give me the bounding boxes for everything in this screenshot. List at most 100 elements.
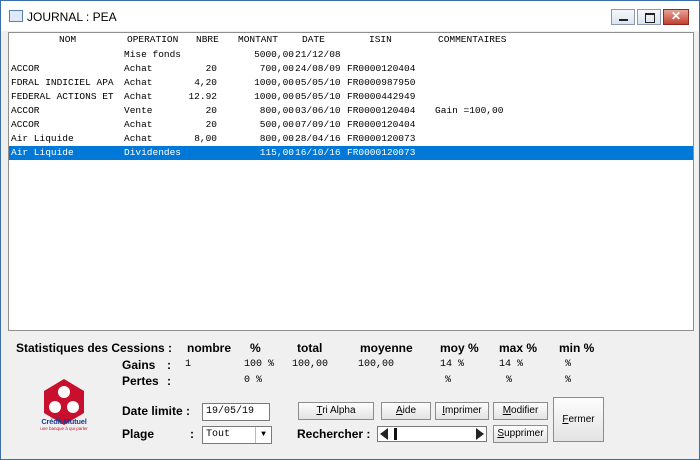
logo-name: Crédit Mutuel xyxy=(41,417,87,426)
gains-moyenne: 100,00 xyxy=(358,359,395,370)
window-icon xyxy=(9,10,23,22)
gains-max: 14 % xyxy=(499,359,524,370)
table-row[interactable]: FEDERAL ACTIONS ET Achat 12.92 1000,00 05/05… xyxy=(9,90,693,104)
cell-nom: ACCOR xyxy=(11,105,40,116)
cell-nbre: 12.92 xyxy=(188,91,217,102)
modifier-mnemonic: M xyxy=(502,405,512,416)
rechercher-label: Rechercher : xyxy=(297,427,371,441)
cell-date: 28/04/16 xyxy=(295,133,341,144)
journal-list[interactable]: NOM OPERATION NBRE MONTANT DATE ISIN COM… xyxy=(8,32,694,331)
list-rows: Mise fonds 5000,00 21/12/08 ACCOR Achat 20 70… xyxy=(9,48,693,160)
pertes-max: % xyxy=(506,375,513,386)
pertes-label: Pertes xyxy=(122,374,159,388)
table-row[interactable]: ACCOR Achat 20 500,00 07/09/10 FR0000120404 xyxy=(9,118,693,132)
gains-colon: : xyxy=(167,358,171,372)
plage-colon: : xyxy=(190,427,194,441)
table-row[interactable]: ACCOR Vente 20 800,00 03/06/10 FR0000120404 Ga… xyxy=(9,104,693,118)
tri-alpha-button[interactable]: Tri Alpha xyxy=(298,402,374,420)
maximize-button[interactable] xyxy=(637,9,661,25)
cell-operation: Achat xyxy=(124,133,153,144)
cell-operation: Dividendes xyxy=(124,147,182,158)
cell-date: 07/09/10 xyxy=(295,119,341,130)
title-bar[interactable]: JOURNAL : PEA ✕ xyxy=(1,1,699,31)
cell-date: 21/12/08 xyxy=(295,49,341,60)
table-row[interactable]: ACCOR Achat 20 700,00 24/08/09 FR0000120404 xyxy=(9,62,693,76)
plage-label: Plage xyxy=(122,427,155,441)
header-operation: OPERATION xyxy=(127,34,179,45)
scroll-thumb[interactable] xyxy=(394,428,397,440)
cell-isin: FR0000120404 xyxy=(347,63,416,74)
aide-button[interactable]: Aide xyxy=(381,402,431,420)
cell-date: 16/10/16 xyxy=(295,147,341,158)
fermer-button[interactable]: Fermer xyxy=(553,397,604,442)
cell-montant: 500,00 xyxy=(259,119,294,130)
cell-montant: 700,00 xyxy=(259,63,294,74)
supprimer-button[interactable]: Supprimer xyxy=(493,425,548,443)
tri-alpha-label: ri Alpha xyxy=(322,405,356,416)
header-nbre: NBRE xyxy=(196,34,219,45)
gains-label: Gains xyxy=(122,358,156,372)
stats-header-moy: moy % xyxy=(440,341,479,355)
cell-operation: Achat xyxy=(124,63,153,74)
window-title: JOURNAL : PEA xyxy=(27,10,117,24)
supprimer-label: upprimer xyxy=(504,428,544,439)
stats-header-nombre: nombre xyxy=(187,341,232,355)
cell-nbre: 8,00 xyxy=(194,133,217,144)
search-scrollbar[interactable] xyxy=(377,426,487,442)
cell-nom: ACCOR xyxy=(11,119,40,130)
pertes-moy: % xyxy=(445,375,452,386)
cell-nom: FEDERAL ACTIONS ET xyxy=(11,91,114,102)
date-limite-label: Date limite : xyxy=(122,404,191,418)
imprimer-button[interactable]: Imprimer xyxy=(435,402,489,420)
cell-nbre: 4,20 xyxy=(194,77,217,88)
gains-nombre: 1 xyxy=(185,359,192,370)
plage-value: Tout xyxy=(206,429,231,440)
plage-select[interactable]: Tout ▼ xyxy=(202,426,272,444)
cell-nbre: 20 xyxy=(205,63,217,74)
stats-header-moyenne: moyenne xyxy=(360,341,413,355)
table-row[interactable]: Mise fonds 5000,00 21/12/08 xyxy=(9,48,693,62)
cell-isin: FR0000120404 xyxy=(347,119,416,130)
scroll-right-icon[interactable] xyxy=(476,428,484,440)
table-row-selected[interactable]: Air Liquide Dividendes 115,00 16/10/16 FR000… xyxy=(9,146,693,160)
cell-montant: 800,00 xyxy=(259,105,294,116)
header-date: DATE xyxy=(302,34,325,45)
close-icon: ✕ xyxy=(670,9,682,23)
stats-header-max: max % xyxy=(499,341,538,355)
close-button[interactable]: ✕ xyxy=(663,9,689,25)
fermer-label: ermer xyxy=(568,414,595,425)
date-limite-input[interactable]: 19/05/19 xyxy=(202,403,270,421)
cell-montant: 1000,00 xyxy=(254,91,294,102)
aide-mnemonic: A xyxy=(395,405,403,416)
aide-label: ide xyxy=(402,405,417,416)
header-montant: MONTANT xyxy=(238,34,278,45)
table-row[interactable]: FDRAL INDICIEL APA Achat 4,20 1000,00 05/05/… xyxy=(9,76,693,90)
cell-isin: FR0000120073 xyxy=(347,147,416,158)
chevron-down-icon[interactable]: ▼ xyxy=(255,427,271,443)
cell-montant: 800,00 xyxy=(259,133,294,144)
cell-isin: FR0000120073 xyxy=(347,133,416,144)
cell-date: 05/05/10 xyxy=(295,91,341,102)
header-commentaires: COMMENTAIRES xyxy=(438,34,507,45)
cell-isin: FR0000120404 xyxy=(347,105,416,116)
gains-total: 100,00 xyxy=(292,359,329,370)
table-row[interactable]: Air Liquide Achat 8,00 800,00 28/04/16 FR0000… xyxy=(9,132,693,146)
cell-date: 24/08/09 xyxy=(295,63,341,74)
cell-montant: 5000,00 xyxy=(254,49,294,60)
cell-date: 03/06/10 xyxy=(295,105,341,116)
journal-window: JOURNAL : PEA ✕ NOM OPERATION NBRE MONTA… xyxy=(0,0,700,460)
stats-title: Statistiques des Cessions : xyxy=(16,341,173,355)
list-header: NOM OPERATION NBRE MONTANT DATE ISIN COM… xyxy=(9,33,693,47)
pertes-pct: 0 % xyxy=(244,375,263,386)
modifier-button[interactable]: Modifier xyxy=(493,402,548,420)
stats-header-total: total xyxy=(297,341,323,355)
modifier-label: odifier xyxy=(511,405,539,416)
cell-comm: Gain =100,00 xyxy=(435,105,504,116)
minimize-button[interactable] xyxy=(611,9,635,25)
header-nom: NOM xyxy=(59,34,77,45)
cell-date: 05/05/10 xyxy=(295,77,341,88)
scroll-left-icon[interactable] xyxy=(380,428,388,440)
cell-operation: Mise fonds xyxy=(124,49,182,60)
cell-isin: FR0000987950 xyxy=(347,77,416,88)
stats-header-min: min % xyxy=(559,341,595,355)
